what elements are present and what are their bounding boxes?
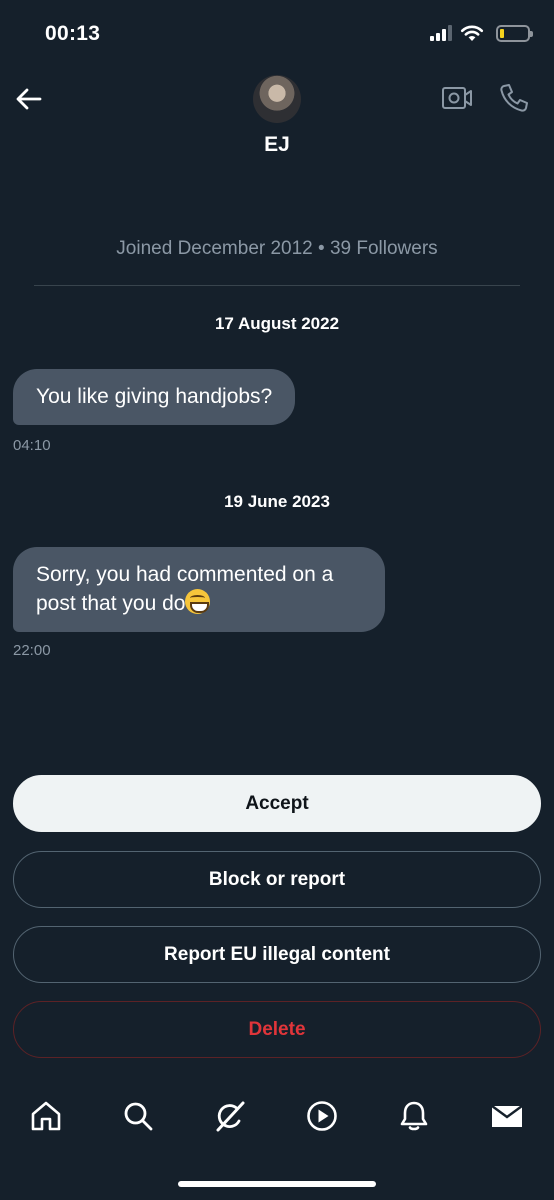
delete-button[interactable]: Delete [13, 1001, 541, 1058]
video-camera-icon[interactable] [441, 84, 473, 112]
message-bubble[interactable]: You like giving handjobs? [13, 369, 296, 425]
message-bubble[interactable]: Sorry, you had commented on a post that … [13, 547, 385, 632]
messages-envelope-icon[interactable] [490, 1099, 524, 1133]
date-separator: 17 August 2022 [214, 314, 340, 333]
avatar[interactable] [253, 75, 301, 123]
search-icon[interactable] [121, 1099, 155, 1133]
grinning-face-emoji-icon [185, 589, 211, 614]
block-or-report-button[interactable]: Block or report [13, 851, 541, 908]
status-icons [430, 24, 533, 42]
divider [34, 285, 520, 286]
report-eu-illegal-content-button[interactable]: Report EU illegal content [13, 926, 541, 983]
back-arrow-icon[interactable] [14, 84, 44, 114]
cellular-signal-icon [430, 25, 452, 41]
message-text: Sorry, you had commented on a post that … [36, 563, 334, 615]
notifications-bell-icon[interactable] [397, 1099, 431, 1133]
battery-icon [496, 24, 533, 42]
message-time: 22:00 [13, 642, 51, 659]
video-play-icon[interactable] [305, 1099, 339, 1133]
conversation-header: EJ [0, 70, 554, 170]
accept-button[interactable]: Accept [13, 775, 541, 832]
battery-level [500, 28, 504, 38]
wifi-icon [460, 25, 484, 41]
profile-meta: Joined December 2012 • 39 Followers [116, 238, 438, 259]
phone-icon[interactable] [498, 82, 530, 114]
status-time: 00:13 [45, 22, 101, 45]
grok-icon[interactable] [213, 1099, 247, 1133]
status-bar: 00:13 [0, 0, 554, 70]
home-indicator[interactable] [178, 1181, 376, 1187]
contact-name[interactable]: EJ [0, 133, 554, 157]
home-icon[interactable] [29, 1099, 63, 1133]
date-separator: 19 June 2023 [224, 492, 330, 511]
message-text: You like giving handjobs? [36, 385, 273, 408]
bottom-tab-bar [0, 1085, 554, 1150]
message-time: 04:10 [13, 437, 51, 454]
